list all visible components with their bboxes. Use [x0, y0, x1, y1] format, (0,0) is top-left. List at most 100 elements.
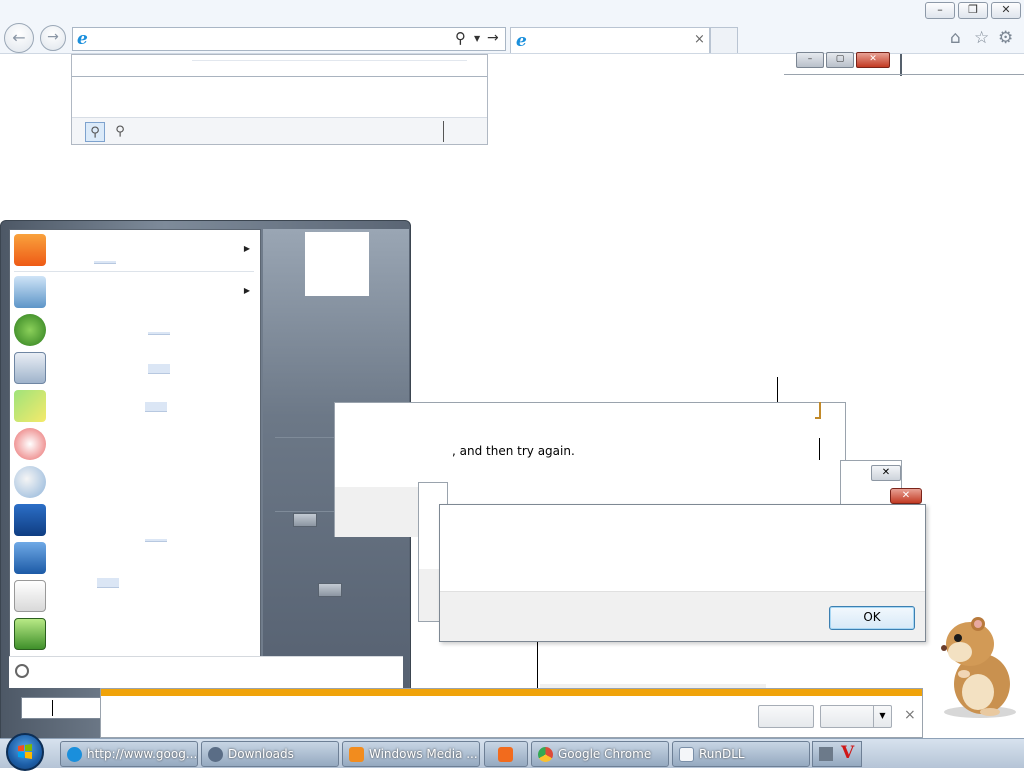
- text-cursor: [443, 121, 444, 142]
- program-snipping-tool[interactable]: [14, 426, 258, 462]
- program-getting-started[interactable]: ▶: [14, 274, 258, 310]
- taskbar-item-chrome[interactable]: Google Chrome: [531, 741, 669, 767]
- ie-logo-icon: e: [516, 31, 527, 51]
- all-programs-icon: [15, 664, 29, 678]
- tray-app-icon[interactable]: [819, 747, 833, 761]
- calculator-icon: [14, 352, 46, 384]
- chrome-icon: [538, 747, 553, 762]
- forward-button[interactable]: →: [40, 25, 66, 51]
- uc-browser-icon: [14, 234, 46, 266]
- bg-maximize-button[interactable]: ▢: [826, 52, 854, 68]
- snipping-tool-icon: [14, 428, 46, 460]
- separator: [275, 511, 335, 512]
- submenu-arrow-icon[interactable]: ▶: [244, 244, 250, 253]
- uc-browser-icon: [498, 747, 513, 762]
- bg-window-border: [784, 74, 1024, 75]
- search-icon[interactable]: ⚲: [455, 29, 466, 47]
- error-message: , and then try again.: [452, 444, 575, 458]
- start-button[interactable]: [6, 733, 44, 771]
- program-solitaire[interactable]: [14, 578, 258, 614]
- address-bar[interactable]: e ⚲ ▼ →: [72, 27, 506, 51]
- taskbar-item-rundll[interactable]: RunDLL: [672, 741, 810, 767]
- tab-active[interactable]: e ×: [510, 27, 710, 53]
- dropdown-arrow-icon[interactable]: ▼: [474, 34, 480, 43]
- notification-dropdown-button[interactable]: ▼: [820, 705, 892, 728]
- hamster-inner-ear: [974, 620, 982, 628]
- search-provider-icon[interactable]: ⚲: [85, 122, 105, 142]
- separator: [14, 271, 254, 272]
- taskbar-item-ie[interactable]: http://www.goog...: [60, 741, 198, 767]
- highlight-mark: [145, 402, 167, 412]
- divider-line: [777, 377, 778, 402]
- ie-icon: [67, 747, 82, 762]
- hamster-foot: [980, 708, 1000, 716]
- notification-close-icon[interactable]: ×: [904, 707, 916, 723]
- dropdown-divider: [72, 76, 487, 77]
- notification-action-button[interactable]: [758, 705, 814, 728]
- program-sticky-notes[interactable]: [14, 388, 258, 424]
- ie-logo-icon: e: [77, 29, 88, 49]
- home-icon[interactable]: ⌂: [950, 28, 961, 48]
- divider-line: [819, 438, 820, 460]
- taskbar-item-media-player[interactable]: Windows Media ...: [342, 741, 480, 767]
- restore-button[interactable]: ❐: [958, 2, 988, 19]
- minimize-button[interactable]: –: [925, 2, 955, 19]
- right-pane-button[interactable]: [293, 513, 317, 527]
- program-notepad-plus-plus[interactable]: [14, 616, 258, 652]
- restore-icon: ❐: [968, 3, 978, 16]
- user-picture[interactable]: [305, 232, 369, 296]
- tab-close-icon[interactable]: ×: [694, 32, 705, 47]
- go-icon[interactable]: →: [487, 30, 499, 46]
- magnifier-icon: [14, 542, 46, 574]
- paint-icon: [14, 466, 46, 498]
- program-magnifier[interactable]: [14, 540, 258, 576]
- taskbar-item-uc-browser[interactable]: [484, 741, 528, 767]
- highlight-mark: [148, 332, 170, 335]
- taskbar-item-label: Downloads: [228, 747, 294, 761]
- media-player-icon: [349, 747, 364, 762]
- hamster-paw: [958, 670, 970, 678]
- remote-desktop-icon: [14, 504, 46, 536]
- windows-media-center-icon: [14, 314, 46, 346]
- highlight-mark: [97, 578, 119, 588]
- divider-line: [537, 642, 538, 690]
- program-remote-desktop[interactable]: [14, 502, 258, 542]
- right-pane-button[interactable]: [318, 583, 342, 597]
- dialog-footer: [335, 487, 419, 537]
- program-uc-browser[interactable]: ▶: [14, 232, 258, 268]
- back-arrow-icon: ←: [12, 28, 26, 47]
- close-button[interactable]: ✕: [991, 2, 1021, 19]
- back-button[interactable]: ←: [4, 23, 34, 53]
- forward-arrow-icon: →: [47, 29, 59, 45]
- all-programs-button[interactable]: [9, 656, 403, 688]
- bg-minimize-button[interactable]: –: [796, 52, 824, 68]
- taskbar-item-label: Google Chrome: [558, 747, 652, 761]
- getting-started-icon: [14, 276, 46, 308]
- submenu-arrow-icon[interactable]: ▶: [244, 286, 250, 295]
- taskbar-item-downloads[interactable]: Downloads: [201, 741, 339, 767]
- ok-button[interactable]: OK: [829, 606, 915, 630]
- downloads-icon: [208, 747, 223, 762]
- program-windows-media-center[interactable]: [14, 312, 258, 348]
- favorites-icon[interactable]: ☆: [974, 28, 989, 48]
- taskbar: http://www.goog... Downloads Windows Med…: [0, 733, 1024, 771]
- program-paint[interactable]: [14, 464, 258, 500]
- search-provider-icon[interactable]: ⚲: [110, 122, 130, 142]
- hamster-cheek: [948, 642, 972, 662]
- new-tab-button[interactable]: [710, 27, 738, 53]
- address-dropdown: ⚲ ⚲: [71, 54, 488, 145]
- small-window-close-button[interactable]: ✕: [871, 465, 901, 481]
- rundll-icon: [679, 747, 694, 762]
- dialog-close-button[interactable]: ✕: [890, 488, 922, 504]
- message-dialog: OK: [439, 504, 926, 642]
- hamster-belly: [962, 674, 994, 710]
- program-calculator[interactable]: [14, 350, 258, 386]
- text-cursor: [52, 700, 53, 716]
- bg-close-button[interactable]: ✕: [856, 52, 890, 68]
- antivirus-icon[interactable]: V: [841, 743, 854, 763]
- taskbar-item-label: Windows Media ...: [369, 747, 478, 761]
- bg-window-edge: [900, 54, 902, 76]
- settings-icon[interactable]: ⚙: [998, 28, 1013, 48]
- hamster-nose: [941, 645, 947, 651]
- hamster-mascot[interactable]: [930, 612, 1024, 720]
